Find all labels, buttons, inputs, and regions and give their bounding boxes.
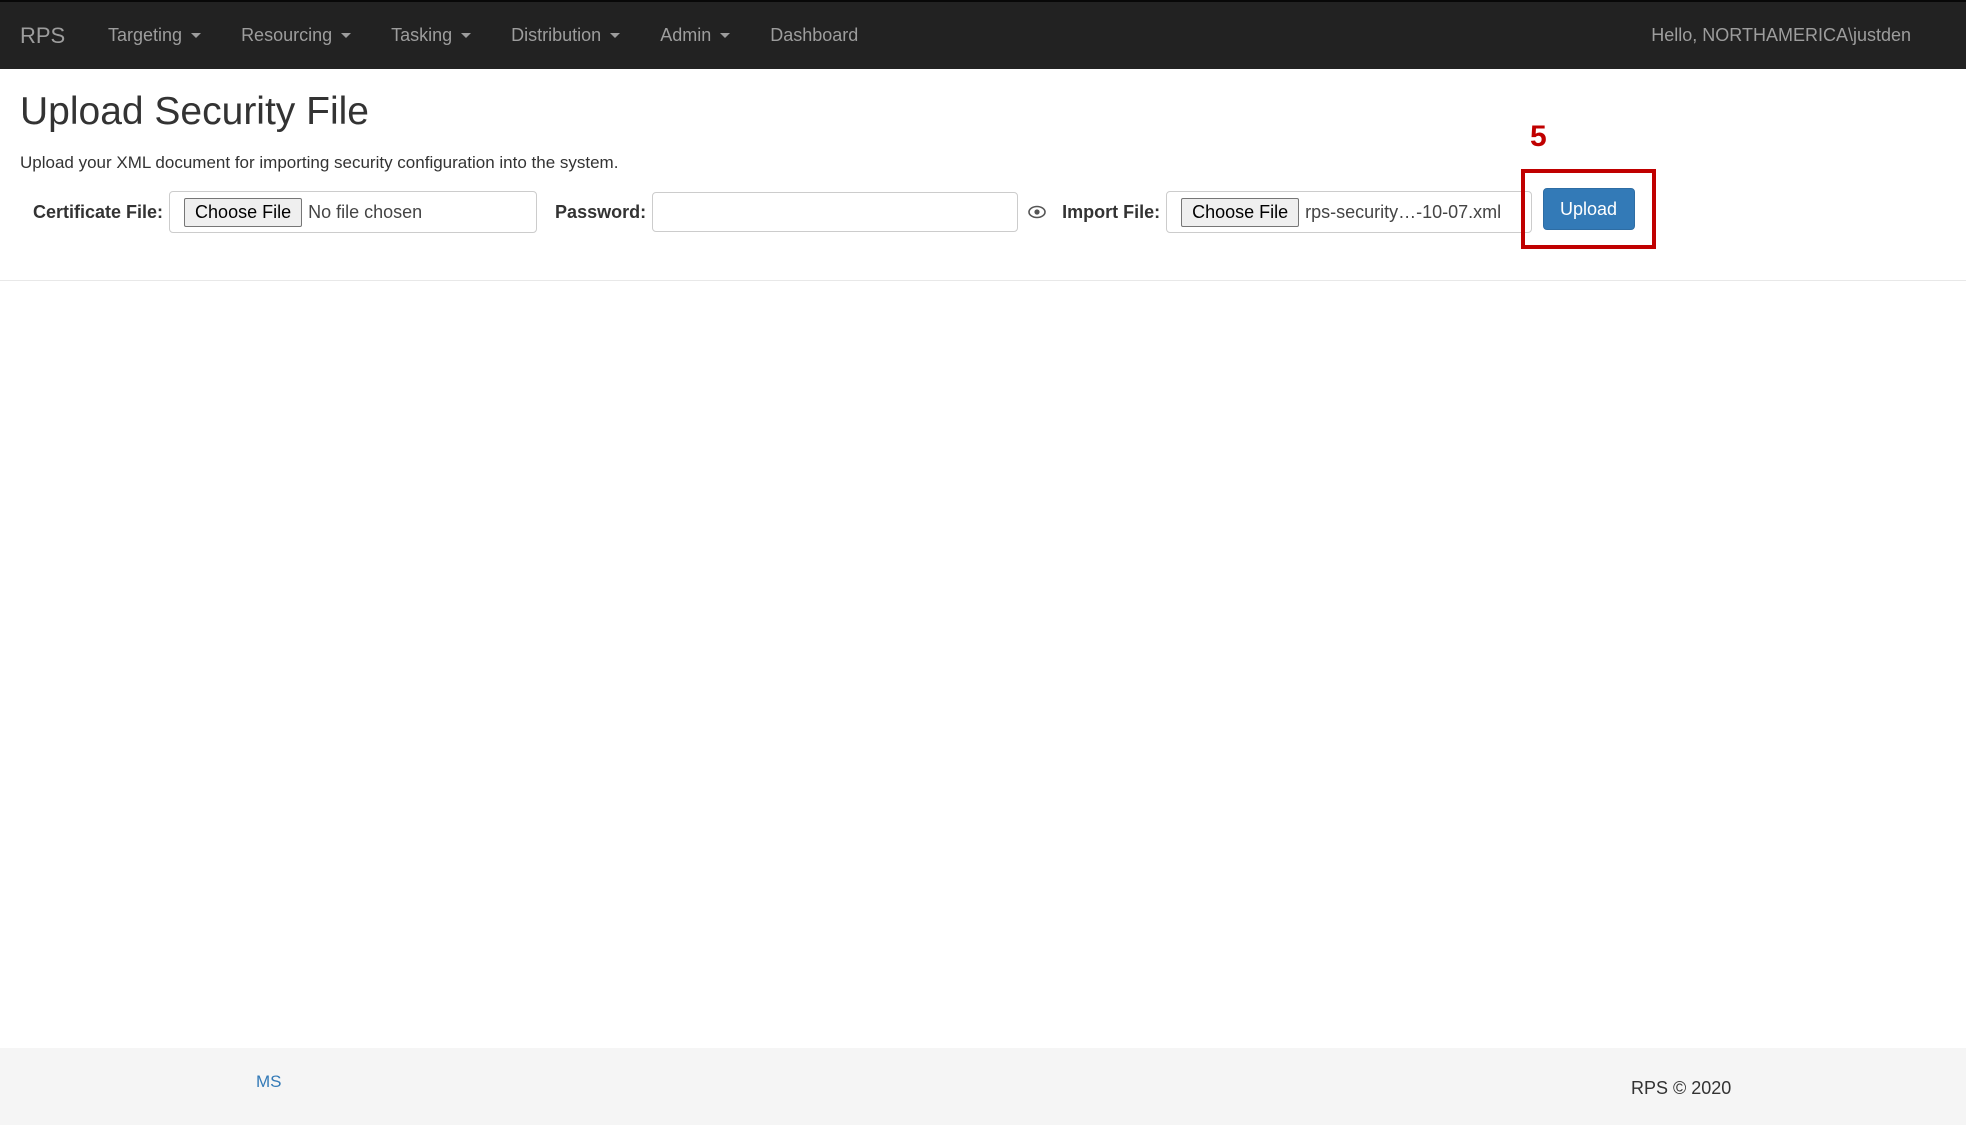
eye-icon[interactable] [1028, 205, 1046, 219]
nav-item-label: Tasking [391, 25, 453, 45]
footer-ms-link[interactable]: MS [256, 1072, 282, 1092]
nav-item-resourcing[interactable]: Resourcing [241, 25, 352, 46]
upload-form: Certificate File: Choose File No file ch… [33, 190, 1533, 234]
certificate-file-label: Certificate File: [33, 201, 164, 222]
top-navbar: RPS Targeting Resourcing Tasking Distrib… [0, 0, 1966, 69]
upload-button[interactable]: Upload [1542, 188, 1635, 230]
nav-item-admin[interactable]: Admin [660, 25, 731, 46]
footer: MS RPS © 2020 [0, 1048, 1966, 1125]
certificate-file-input[interactable]: Choose File No file chosen [169, 191, 538, 233]
password-label: Password: [555, 201, 647, 222]
step-annotation-number: 5 [1530, 120, 1547, 153]
nav-item-label: Resourcing [241, 25, 333, 45]
page-title: Upload Security File [20, 90, 369, 133]
caret-down-icon [191, 33, 202, 38]
nav-item-tasking[interactable]: Tasking [391, 25, 472, 46]
import-choose-file-button[interactable]: Choose File [1181, 197, 1300, 227]
nav-menu: Targeting Resourcing Tasking Distributio… [108, 25, 898, 46]
page: RPS Targeting Resourcing Tasking Distrib… [0, 0, 1966, 1125]
nav-item-targeting[interactable]: Targeting [108, 25, 202, 46]
nav-item-label: Admin [660, 25, 712, 45]
nav-item-distribution[interactable]: Distribution [511, 25, 621, 46]
password-input[interactable] [652, 192, 1019, 232]
user-greeting[interactable]: Hello, NORTHAMERICA\justden [1651, 25, 1911, 46]
caret-down-icon [720, 33, 731, 38]
caret-down-icon [341, 33, 352, 38]
nav-item-label: Dashboard [770, 25, 859, 45]
page-description: Upload your XML document for importing s… [20, 153, 619, 172]
copyright-text: RPS © 2020 [1631, 1078, 1732, 1098]
import-file-label: Import File: [1062, 201, 1161, 222]
import-file-input[interactable]: Choose File rps-security…-10-07.xml [1166, 191, 1533, 233]
nav-item-label: Targeting [108, 25, 183, 45]
brand-link[interactable]: RPS [20, 23, 65, 49]
caret-down-icon [461, 33, 472, 38]
nav-item-dashboard[interactable]: Dashboard [770, 25, 858, 46]
certificate-choose-file-button[interactable]: Choose File [184, 197, 303, 227]
nav-item-label: Distribution [511, 25, 602, 45]
caret-down-icon [610, 33, 621, 38]
certificate-file-status: No file chosen [308, 201, 423, 222]
import-file-status: rps-security…-10-07.xml [1305, 201, 1502, 222]
divider [0, 280, 1966, 281]
upload-highlight-box: Upload [1521, 169, 1656, 249]
